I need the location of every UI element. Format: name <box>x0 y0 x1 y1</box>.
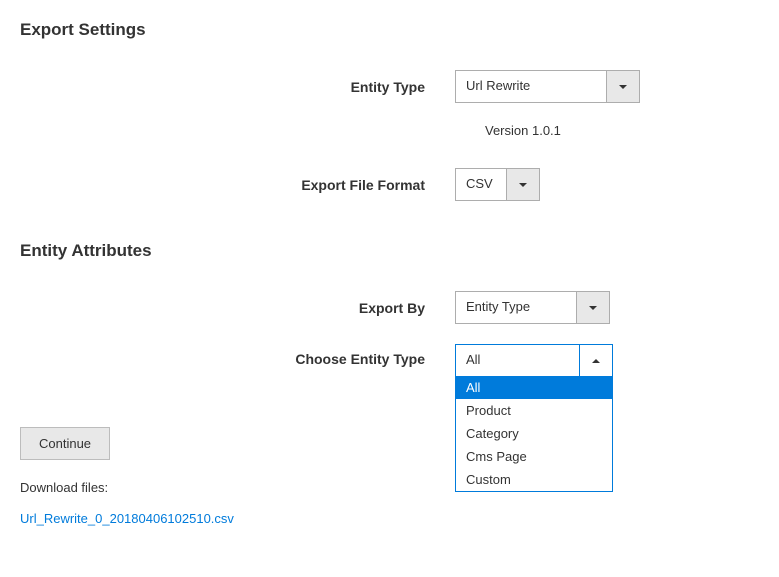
entity-attributes-title: Entity Attributes <box>20 241 759 261</box>
choose-entity-type-value: All <box>456 345 579 376</box>
version-text: Version 1.0.1 <box>485 123 759 138</box>
dropdown-option-product[interactable]: Product <box>456 399 612 422</box>
export-by-value: Entity Type <box>456 292 576 323</box>
dropdown-option-category[interactable]: Category <box>456 422 612 445</box>
choose-entity-type-dropdown: All Product Category Cms Page Custom <box>455 376 613 492</box>
export-file-format-control: CSV <box>455 168 759 201</box>
dropdown-option-all[interactable]: All <box>456 376 612 399</box>
entity-type-select[interactable]: Url Rewrite <box>455 70 640 103</box>
entity-type-row: Entity Type Url Rewrite <box>20 70 759 103</box>
entity-attributes-section: Entity Attributes Export By Entity Type … <box>20 241 759 377</box>
export-by-row: Export By Entity Type <box>20 291 759 324</box>
download-files-label: Download files: <box>20 480 759 495</box>
chevron-down-icon <box>589 306 597 310</box>
export-settings-title: Export Settings <box>20 20 759 40</box>
export-by-caret[interactable] <box>576 292 609 323</box>
export-file-format-row: Export File Format CSV <box>20 168 759 201</box>
export-by-control: Entity Type <box>455 291 759 324</box>
choose-entity-type-caret[interactable] <box>579 345 612 376</box>
export-settings-section: Export Settings Entity Type Url Rewrite … <box>20 20 759 201</box>
download-file-link[interactable]: Url_Rewrite_0_20180406102510.csv <box>20 511 234 526</box>
choose-entity-type-control: All All Product Category Cms Page Custom <box>455 344 759 377</box>
dropdown-option-custom[interactable]: Custom <box>456 468 612 491</box>
export-by-select[interactable]: Entity Type <box>455 291 610 324</box>
choose-entity-type-select[interactable]: All All Product Category Cms Page Custom <box>455 344 613 377</box>
export-file-format-value: CSV <box>456 169 506 200</box>
export-file-format-label: Export File Format <box>20 177 455 193</box>
choose-entity-type-row: Choose Entity Type All All Product Categ… <box>20 344 759 377</box>
export-file-format-select[interactable]: CSV <box>455 168 540 201</box>
dropdown-option-cms-page[interactable]: Cms Page <box>456 445 612 468</box>
entity-type-control: Url Rewrite <box>455 70 759 103</box>
chevron-down-icon <box>519 183 527 187</box>
entity-type-value: Url Rewrite <box>456 71 606 102</box>
chevron-down-icon <box>619 85 627 89</box>
export-by-label: Export By <box>20 300 455 316</box>
choose-entity-type-label: Choose Entity Type <box>20 344 455 367</box>
export-file-format-caret[interactable] <box>506 169 539 200</box>
chevron-up-icon <box>592 359 600 363</box>
continue-button[interactable]: Continue <box>20 427 110 460</box>
entity-type-label: Entity Type <box>20 79 455 95</box>
entity-type-caret[interactable] <box>606 71 639 102</box>
